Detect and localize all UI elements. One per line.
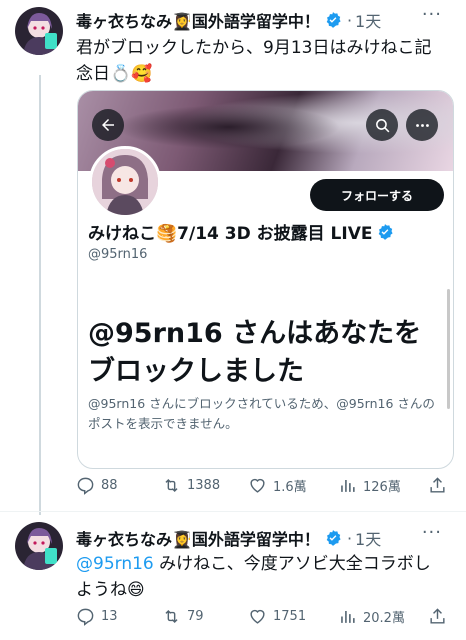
tweet-text: 君がブロックしたから、9月13日はみけねこ記念日💍🥰 xyxy=(76,38,432,84)
author-row: 毒ヶ衣ちなみ👩‍🎓国外語学留学中！ · 1天 xyxy=(76,526,381,550)
tweet-text: @95rn16 みけねこ、今度アソビ大全コラボしようね😄 xyxy=(76,551,446,603)
views-button[interactable]: 126萬 xyxy=(338,476,401,495)
timestamp[interactable]: 1天 xyxy=(355,8,381,32)
views-count: 126萬 xyxy=(363,480,401,495)
like-count: 1.6萬 xyxy=(273,480,307,495)
verified-badge-icon xyxy=(379,223,394,240)
mention-link[interactable]: @95rn16 xyxy=(76,554,154,574)
blocked-title: @95rn16 さんはあなたをブロックしました xyxy=(88,318,422,387)
back-arrow-icon[interactable] xyxy=(92,109,124,141)
search-icon[interactable] xyxy=(366,109,398,141)
separator-dot: · xyxy=(346,10,353,30)
views-count: 20.2萬 xyxy=(363,611,405,626)
reply-count: 88 xyxy=(101,478,118,493)
profile-name: みけねこ🥞7/14 3D お披露目 LIVE xyxy=(88,219,394,244)
timestamp[interactable]: 1天 xyxy=(355,526,381,550)
like-icon xyxy=(250,609,265,624)
blocked-message: @95rn16 さんにブロックされているため、@95rn16 さんのポストを表示… xyxy=(88,396,435,431)
thread-line xyxy=(39,75,41,515)
reply-button[interactable]: 88 xyxy=(76,476,118,495)
retweet-button[interactable]: 1388 xyxy=(162,476,220,495)
like-count: 1751 xyxy=(273,609,307,624)
like-button[interactable]: 1.6萬 xyxy=(248,476,307,495)
share-button[interactable] xyxy=(428,476,453,495)
share-icon xyxy=(430,477,445,493)
profile-name-text: みけねこ🥞7/14 3D お披露目 LIVE xyxy=(88,224,373,244)
retweet-count: 1388 xyxy=(187,478,221,493)
reply-button[interactable]: 13 xyxy=(76,607,118,626)
profile-handle: @95rn16 xyxy=(88,247,148,262)
views-icon xyxy=(341,610,355,623)
avatar[interactable] xyxy=(15,522,63,570)
views-button[interactable]: 20.2萬 xyxy=(338,607,405,626)
profile-card[interactable]: フォローする みけねこ🥞7/14 3D お披露目 LIVE @95rn16 @9… xyxy=(77,90,454,469)
share-icon xyxy=(430,608,445,624)
retweet-button[interactable]: 79 xyxy=(162,607,204,626)
retweet-icon xyxy=(165,478,178,493)
like-icon xyxy=(250,478,265,493)
reply-count: 13 xyxy=(101,609,118,624)
retweet-icon xyxy=(165,609,178,624)
divider xyxy=(0,511,466,512)
reply-icon xyxy=(77,477,94,495)
tweet-actions: 13 79 1751 20.2萬 xyxy=(76,607,446,629)
scrollbar[interactable] xyxy=(447,289,450,409)
verified-badge-icon xyxy=(326,12,341,28)
tweet-actions: 88 1388 1.6萬 126萬 xyxy=(76,476,446,498)
more-icon[interactable]: ··· xyxy=(422,522,442,543)
reply-icon xyxy=(77,608,94,626)
separator-dot: · xyxy=(346,528,353,548)
follow-button[interactable]: フォローする xyxy=(310,179,444,211)
share-button[interactable] xyxy=(428,607,453,626)
avatar[interactable] xyxy=(15,7,63,55)
verified-badge-icon xyxy=(326,530,341,546)
like-button[interactable]: 1751 xyxy=(248,607,306,626)
more-icon[interactable]: ··· xyxy=(422,4,442,25)
author-name[interactable]: 毒ヶ衣ちなみ👩‍🎓国外語学留学中！ xyxy=(76,526,320,550)
menu-icon[interactable] xyxy=(406,109,438,141)
author-row: 毒ヶ衣ちなみ👩‍🎓国外語学留学中！ · 1天 xyxy=(76,8,381,32)
profile-avatar[interactable] xyxy=(89,146,161,218)
author-name[interactable]: 毒ヶ衣ちなみ👩‍🎓国外語学留学中！ xyxy=(76,8,320,32)
views-icon xyxy=(341,479,355,492)
retweet-count: 79 xyxy=(187,609,204,624)
